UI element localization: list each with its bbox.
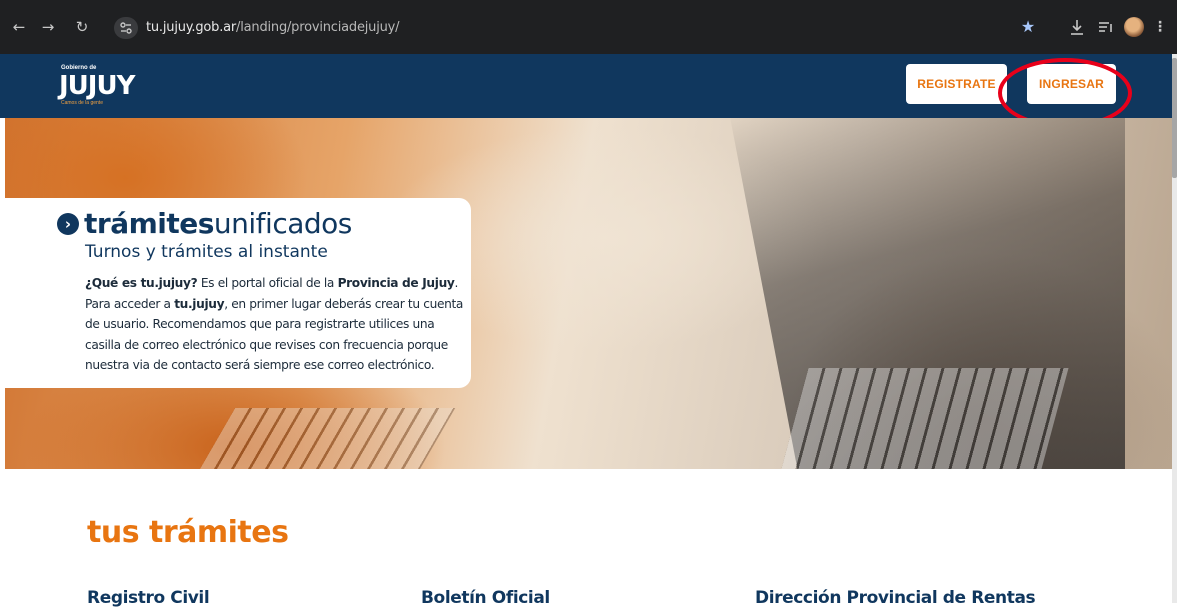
scrollbar-thumb[interactable] [1172,58,1177,178]
description-line: Para acceder a tu.jujuy, en primer lugar… [85,294,470,315]
logo-tagline: Camos de la gente [61,100,103,106]
reload-icon[interactable]: ↻ [72,17,92,37]
profile-avatar[interactable] [1124,17,1144,37]
kebab-menu-icon[interactable]: ⋮ [1150,17,1170,37]
description-question: ¿Qué es tu.jujuy? [85,276,198,290]
hero-photo-keyboard [781,368,1069,469]
site-info-icon[interactable] [114,17,138,39]
register-button[interactable]: REGISTRATE [906,64,1007,104]
page-scrollbar[interactable] [1172,54,1177,603]
procedure-link-rentas[interactable]: Dirección Provincial de Rentas [755,588,1036,608]
browser-toolbar: ← → ↻ tu.jujuy.gob.ar/landing/provinciad… [0,0,1177,54]
download-icon[interactable] [1067,17,1087,37]
hero-subtitle: Turnos y trámites al instante [85,242,328,262]
site-header: Gobierno de JUJUY Camos de la gente REGI… [0,54,1172,128]
procedure-link-registro-civil[interactable]: Registro Civil [87,588,210,608]
hero-photo-keyboard-left [194,408,456,469]
url-host: tu.jujuy.gob.ar [146,20,237,35]
chevron-right-icon: › [57,213,79,235]
description-line: de usuario. Recomendamos que para regist… [85,317,435,331]
hero-card: › trámitesunificados Turnos y trámites a… [5,198,471,388]
star-icon[interactable]: ★ [1018,17,1038,37]
forward-icon[interactable]: → [38,17,58,37]
description-line: ¿Qué es tu.jujuy? Es el portal oficial d… [85,273,470,294]
description-text: . [454,276,459,290]
address-bar[interactable]: tu.jujuy.gob.ar/landing/provinciadejujuy… [106,16,1152,40]
hero-title: trámitesunificados [84,207,352,241]
hero-title-light: unificados [213,207,352,240]
logo-main-text: JUJUY [59,71,135,101]
description-text: , en primer lugar deberás crear tu cuent… [224,296,464,311]
hero-title-bold: trámites [84,207,214,240]
procedure-link-boletin-oficial[interactable]: Boletín Oficial [421,588,550,608]
description-text: Es el portal oficial de la [197,276,338,290]
url-text[interactable]: tu.jujuy.gob.ar/landing/provinciadejujuy… [146,20,400,35]
back-icon[interactable]: ← [9,17,29,37]
description-text: Para acceder a [85,296,175,311]
description-line: nuestra via de contacto será siempre ese… [85,358,435,372]
description-province: Provincia de Jujuy [337,276,455,290]
url-path: /landing/provinciadejujuy/ [236,20,400,35]
hero-banner: › trámitesunificados Turnos y trámites a… [5,118,1172,469]
jujuy-logo[interactable]: Gobierno de JUJUY Camos de la gente [57,62,137,112]
reading-list-icon[interactable] [1096,17,1116,37]
section-title: tus trámites [87,515,289,550]
hero-description: ¿Qué es tu.jujuy? Es el portal oficial d… [85,273,470,376]
description-line: casilla de correo electrónico que revise… [85,337,448,352]
description-brand: tu.jujuy [174,296,225,311]
